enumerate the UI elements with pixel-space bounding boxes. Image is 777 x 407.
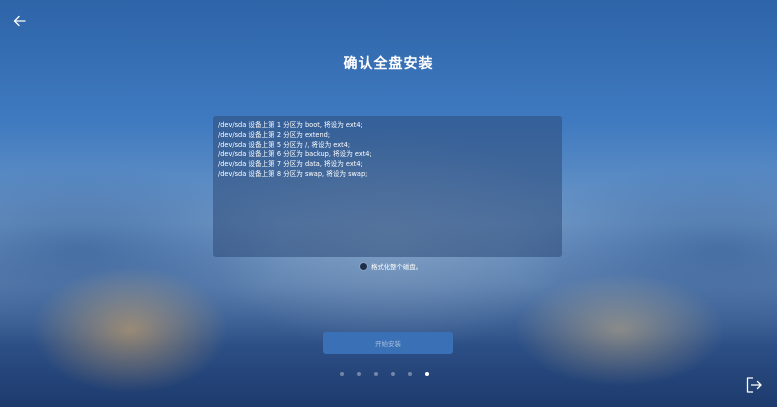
start-install-button[interactable]: 开始安装 [323,332,453,354]
summary-line: /dev/sda 设备上第 7 分区为 data, 将设为 ext4; [218,160,363,169]
install-summary-box: /dev/sda 设备上第 1 分区为 boot, 将设为 ext4; /dev… [213,116,562,257]
exit-button[interactable] [744,375,764,395]
page-title: 确认全盘安装 [343,56,434,72]
summary-line: /dev/sda 设备上第 6 分区为 backup, 将设为 ext4; [218,150,372,159]
step-dot [374,372,378,376]
summary-line: /dev/sda 设备上第 8 分区为 swap, 将设为 swap; [218,169,368,178]
exit-icon [746,377,762,393]
summary-line: /dev/sda 设备上第 1 分区为 boot, 将设为 ext4; [218,121,363,129]
format-disk-option[interactable]: 格式化整个磁盘。 [360,261,422,271]
step-dot [408,372,412,376]
back-arrow-icon [13,15,26,27]
summary-line: /dev/sda 设备上第 2 分区为 extend; [218,130,331,139]
summary-line: /dev/sda 设备上第 5 分区为 /, 将设为 ext4; [218,140,351,149]
format-disk-checkbox[interactable] [360,262,367,270]
format-disk-label: 格式化整个磁盘。 [371,262,423,271]
back-button[interactable] [10,12,30,30]
step-indicator [340,372,429,376]
step-dot-active [425,372,429,376]
step-dot [340,372,344,376]
step-dot [391,372,395,376]
step-dot [357,372,361,376]
installer-screen: 确认全盘安装 /dev/sda 设备上第 1 分区为 boot, 将设为 ext… [0,0,777,407]
